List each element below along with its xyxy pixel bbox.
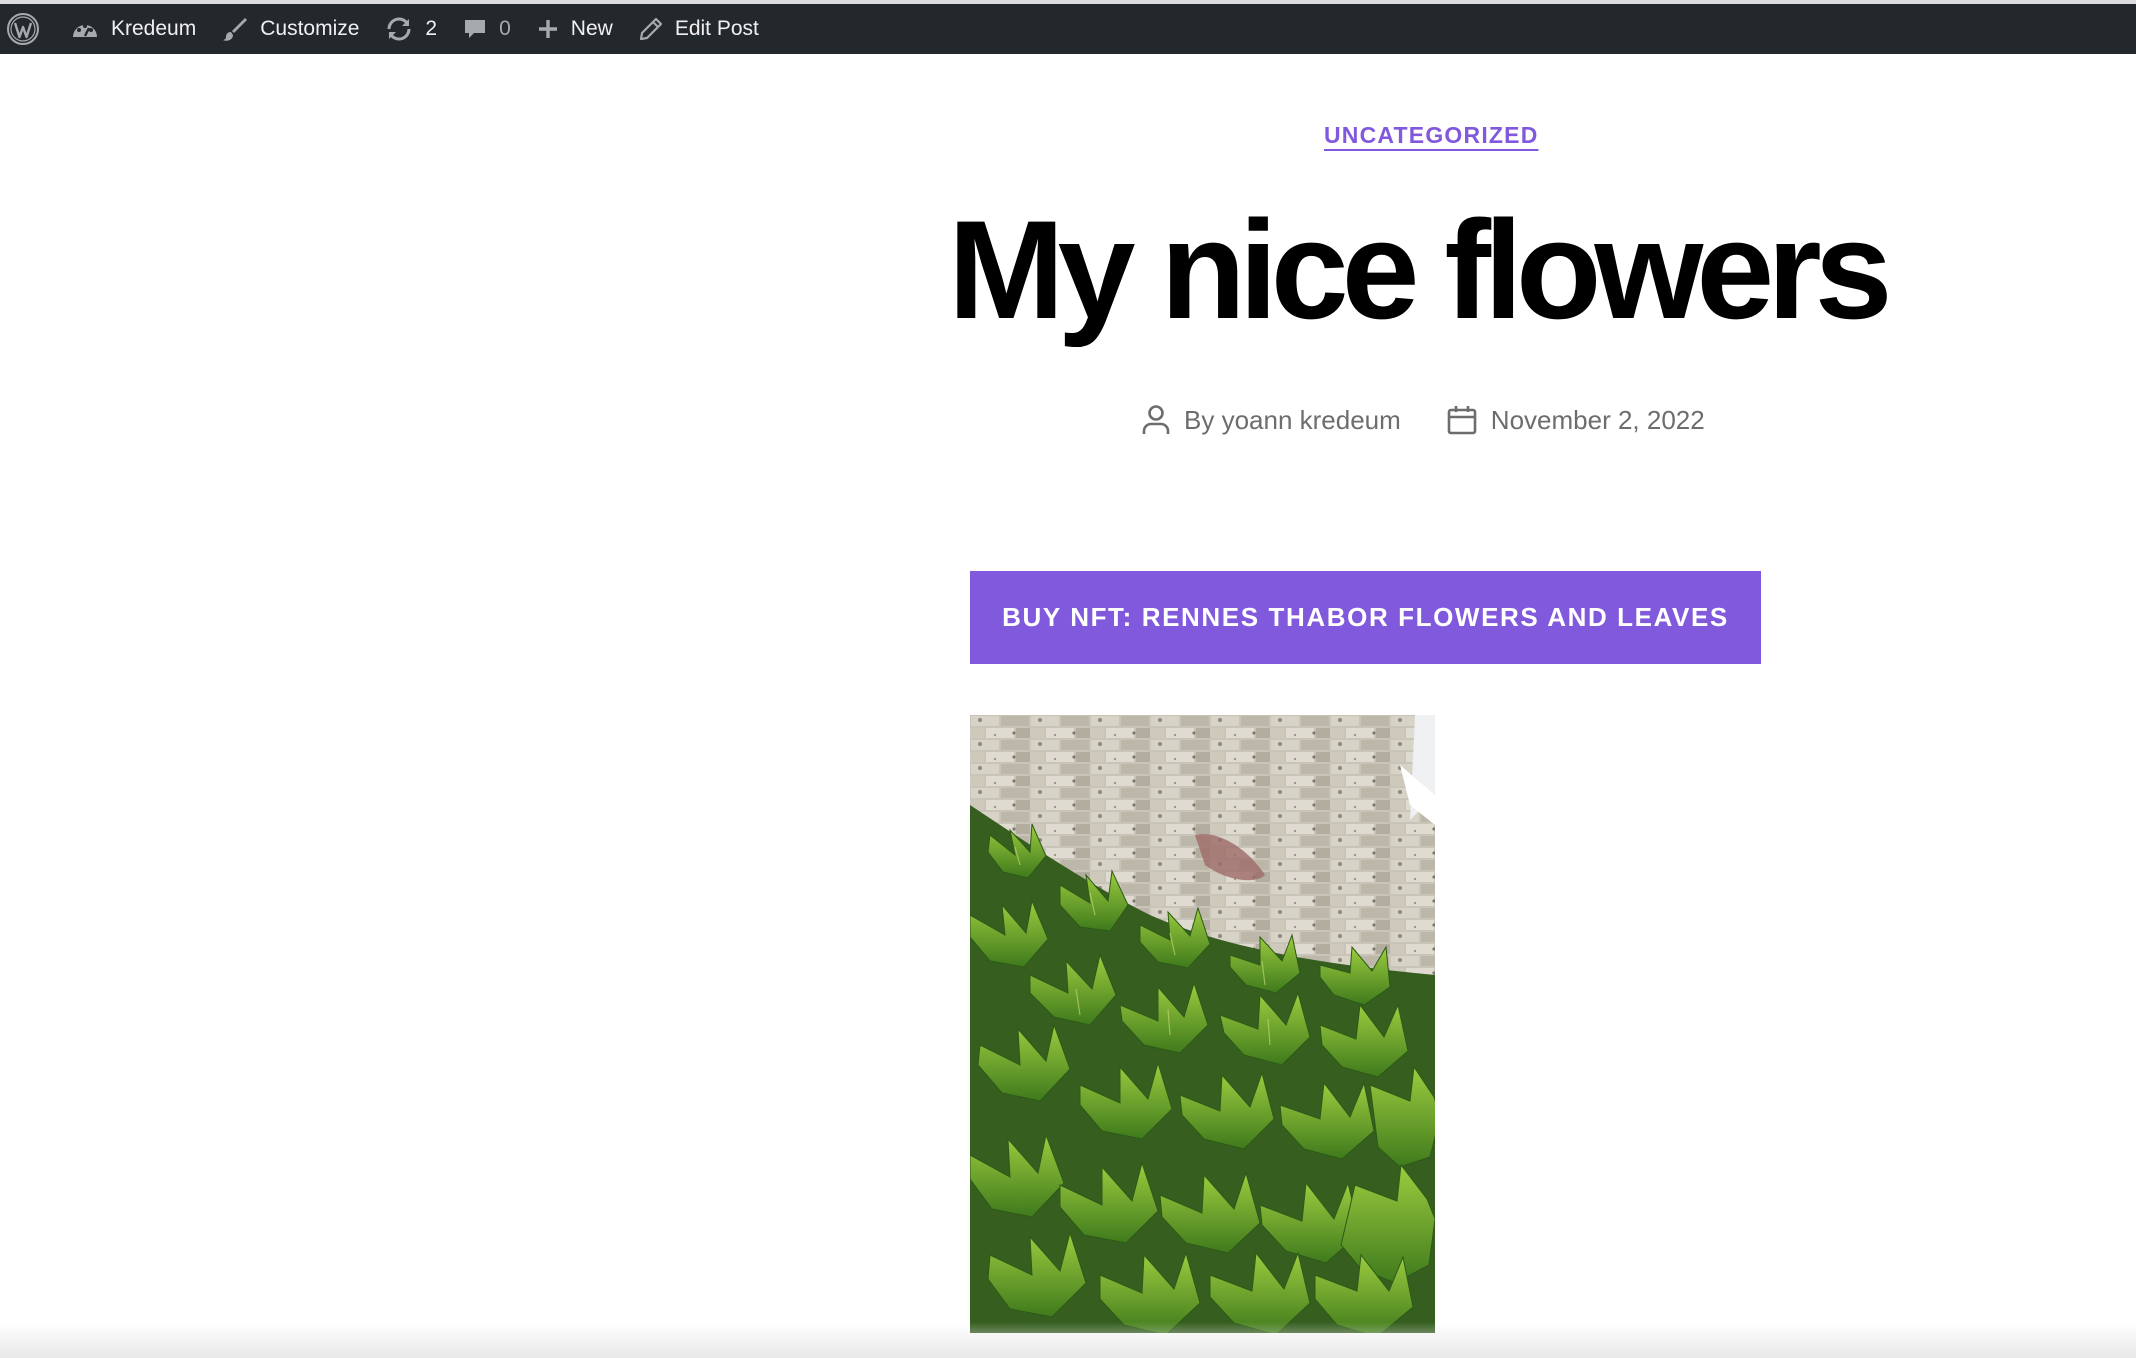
- post-date: November 2, 2022: [1447, 405, 1705, 436]
- category-link[interactable]: UNCATEGORIZED: [1324, 122, 1539, 149]
- post-meta: By yoann kredeum November 2, 2022: [1142, 404, 1705, 436]
- site-name-menu[interactable]: Kredeum: [58, 4, 209, 54]
- ivy-wall-image: [970, 715, 1435, 1333]
- updates-menu[interactable]: 2: [372, 4, 450, 54]
- calendar-icon: [1447, 406, 1477, 435]
- edit-post-menu[interactable]: Edit Post: [626, 4, 772, 54]
- site-name-label: Kredeum: [111, 17, 197, 40]
- wordpress-logo-icon: [6, 12, 40, 46]
- customize-menu[interactable]: Customize: [209, 4, 372, 54]
- updates-count: 2: [425, 17, 438, 40]
- brush-icon: [222, 16, 248, 42]
- comment-icon: [463, 17, 487, 41]
- post-title: My nice flowers: [948, 191, 1893, 348]
- wp-logo-menu[interactable]: [0, 4, 58, 54]
- date-link[interactable]: November 2, 2022: [1491, 405, 1705, 436]
- new-content-menu[interactable]: New: [524, 4, 626, 54]
- dashboard-icon: [71, 17, 99, 41]
- edit-post-label: Edit Post: [674, 17, 759, 40]
- admin-bar: Kredeum Customize 2 0 New Edit Post: [0, 0, 2136, 54]
- comments-menu[interactable]: 0: [450, 4, 524, 54]
- new-label: New: [570, 17, 613, 40]
- bottom-scroll-shadow: [0, 1322, 2136, 1358]
- user-icon: [1142, 405, 1170, 434]
- update-icon: [385, 16, 413, 42]
- post-image: [970, 715, 1435, 1333]
- comments-count: 0: [499, 17, 511, 40]
- pencil-icon: [639, 17, 663, 41]
- buy-nft-button[interactable]: BUY NFT: RENNES THABOR FLOWERS AND LEAVE…: [970, 571, 1761, 664]
- customize-label: Customize: [260, 17, 360, 40]
- author-link[interactable]: By yoann kredeum: [1184, 405, 1401, 436]
- post-author: By yoann kredeum: [1142, 404, 1401, 436]
- plus-icon: [537, 18, 559, 40]
